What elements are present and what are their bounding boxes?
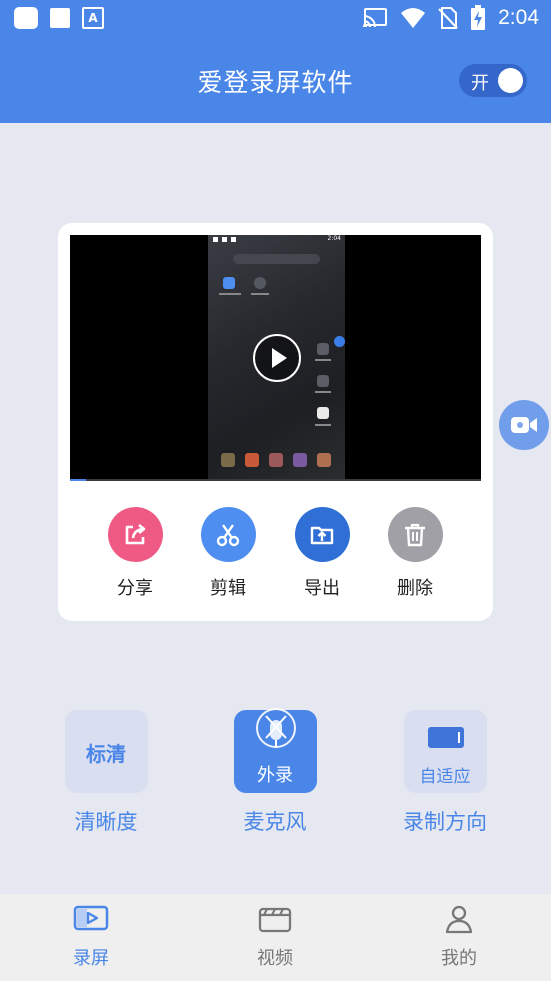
microphone-label: 麦克风 xyxy=(243,810,307,834)
microphone-setting[interactable]: 外录 麦克风 xyxy=(215,708,335,836)
orientation-setting[interactable]: 自适应 录制方向 xyxy=(385,710,505,836)
app-square-icon xyxy=(14,7,38,29)
wifi-icon xyxy=(401,8,426,28)
share-icon xyxy=(125,523,146,544)
thumbnail-floating-dot xyxy=(334,336,345,347)
tab-mine[interactable]: 我的 xyxy=(414,904,504,970)
bottom-tab-bar: 录屏 视频 我的 xyxy=(0,894,551,981)
resolution-value: 标清 xyxy=(86,742,126,766)
cast-icon xyxy=(363,8,388,28)
battery-charging-icon xyxy=(471,5,486,30)
thumbnail-search-bar xyxy=(233,254,320,264)
tab-videos-label: 视频 xyxy=(257,948,293,969)
microphone-value: 外录 xyxy=(257,765,293,786)
export-button[interactable]: 导出 xyxy=(292,507,352,600)
playback-progress[interactable] xyxy=(70,479,481,481)
resolution-setting[interactable]: 标清 清晰度 xyxy=(46,710,166,836)
export-label: 导出 xyxy=(304,578,340,599)
thumbnail-clock: 2:04 xyxy=(327,235,341,242)
app-header: 爱登录屏软件 开 xyxy=(0,37,551,123)
tab-record-screen-label: 录屏 xyxy=(73,948,109,969)
delete-button[interactable]: 删除 xyxy=(385,507,445,600)
record-screen-icon xyxy=(73,905,109,931)
edit-label: 剪辑 xyxy=(210,578,246,599)
orientation-value: 自适应 xyxy=(419,767,471,787)
status-bar: A 2:04 xyxy=(0,0,551,37)
video-camera-icon xyxy=(511,417,537,433)
tab-mine-label: 我的 xyxy=(441,948,477,969)
delete-label: 删除 xyxy=(397,578,433,599)
microphone-icon xyxy=(255,708,296,748)
scissors-icon xyxy=(216,523,240,546)
toggle-knob xyxy=(498,68,523,93)
tab-videos[interactable]: 视频 xyxy=(230,904,320,970)
no-sim-icon xyxy=(438,7,458,29)
edit-button[interactable]: 剪辑 xyxy=(198,507,258,600)
clock: 2:04 xyxy=(498,6,539,29)
toggle-label: 开 xyxy=(471,73,489,94)
trash-icon xyxy=(405,523,425,546)
resolution-label: 清晰度 xyxy=(74,810,138,834)
play-button[interactable] xyxy=(253,334,301,382)
landscape-icon xyxy=(427,727,464,748)
clapperboard-icon xyxy=(258,907,292,933)
playback-progress-fill xyxy=(70,479,87,481)
recording-card: 2:04 分享 剪辑 导出 删除 xyxy=(58,223,493,621)
person-icon xyxy=(445,905,473,934)
share-label: 分享 xyxy=(117,578,153,599)
play-icon xyxy=(272,348,287,368)
app-square-icon xyxy=(50,8,70,28)
share-button[interactable]: 分享 xyxy=(105,507,165,600)
floating-record-button[interactable] xyxy=(499,400,549,450)
export-icon xyxy=(310,526,334,544)
phone-screen-thumbnail: 2:04 xyxy=(208,235,345,480)
a-badge-icon: A xyxy=(82,7,104,29)
video-preview[interactable]: 2:04 xyxy=(70,235,481,480)
floating-window-toggle[interactable]: 开 xyxy=(459,64,527,97)
tab-record-screen[interactable]: 录屏 xyxy=(46,904,136,970)
orientation-label: 录制方向 xyxy=(403,810,487,834)
